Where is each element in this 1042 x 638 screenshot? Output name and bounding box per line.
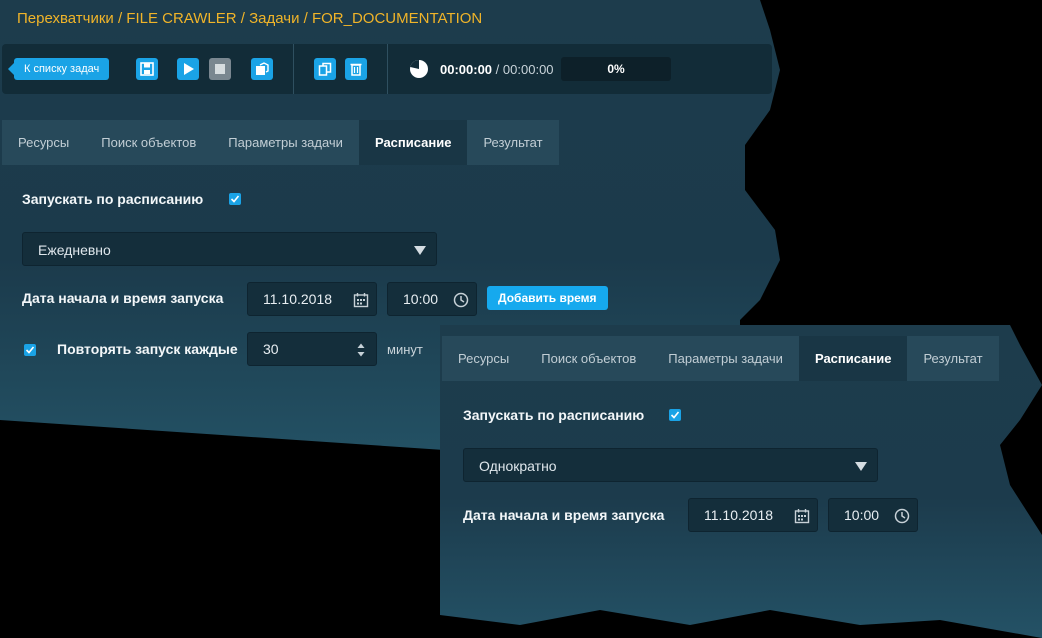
breadcrumb: Перехватчики / FILE CRAWLER / Задачи / F… bbox=[17, 10, 483, 27]
toolbar-divider bbox=[293, 44, 294, 94]
stop-icon[interactable] bbox=[209, 58, 231, 80]
tab-task-parameters[interactable]: Параметры задачи bbox=[212, 120, 359, 165]
tab-object-search[interactable]: Поиск объектов bbox=[525, 336, 653, 381]
schedule-checkbox[interactable] bbox=[669, 409, 681, 421]
second-window: Ресурсы Поиск объектов Параметры задачи … bbox=[440, 325, 1042, 638]
start-time-field[interactable]: 10:00 bbox=[828, 498, 918, 532]
start-time-value: 10:00 bbox=[403, 291, 439, 307]
tab-schedule[interactable]: Расписание bbox=[358, 120, 468, 165]
timer-icon bbox=[410, 59, 428, 78]
tab-resources[interactable]: Ресурсы bbox=[442, 336, 526, 381]
play-icon[interactable] bbox=[177, 58, 199, 80]
toolbar: К списку задач 00:00:00 / 00:00:00 0% bbox=[2, 44, 772, 94]
schedule-label: Запускать по расписанию bbox=[463, 407, 645, 423]
schedule-checkbox[interactable] bbox=[229, 193, 241, 205]
calendar-icon[interactable] bbox=[794, 508, 810, 524]
tab-object-search[interactable]: Поиск объектов bbox=[85, 120, 213, 165]
tab-bar: Ресурсы Поиск объектов Параметры задачи … bbox=[2, 120, 559, 165]
tab-result[interactable]: Результат bbox=[467, 120, 559, 165]
tab-resources[interactable]: Ресурсы bbox=[2, 120, 86, 165]
timer-total: 00:00:00 bbox=[502, 62, 554, 77]
toolbar-divider bbox=[387, 44, 388, 94]
check-icon bbox=[230, 195, 240, 203]
stepper-arrows-icon[interactable] bbox=[353, 342, 369, 358]
export-icon[interactable] bbox=[251, 58, 273, 80]
repeat-interval-stepper[interactable]: 30 bbox=[247, 332, 377, 366]
tab-result[interactable]: Результат bbox=[907, 336, 999, 381]
start-time-value: 10:00 bbox=[844, 507, 880, 523]
chevron-down-icon bbox=[414, 246, 426, 255]
start-date-field[interactable]: 11.10.2018 bbox=[247, 282, 377, 316]
repeat-label: Повторять запуск каждые bbox=[57, 341, 238, 357]
timer-current: 00:00:00 bbox=[440, 62, 493, 77]
schedule-label: Запускать по расписанию bbox=[22, 191, 204, 207]
repeat-checkbox[interactable] bbox=[24, 344, 36, 356]
repeat-interval-value: 30 bbox=[263, 341, 279, 357]
tab-schedule[interactable]: Расписание bbox=[798, 336, 908, 381]
timer-separator: / bbox=[495, 62, 500, 77]
frequency-select[interactable]: Ежедневно bbox=[22, 232, 437, 266]
progress-bar: 0% bbox=[561, 57, 671, 81]
timer-readout: 00:00:00 / 00:00:00 bbox=[440, 62, 554, 77]
chevron-down-icon bbox=[855, 462, 867, 471]
add-time-button[interactable]: Добавить время bbox=[487, 286, 608, 310]
tab-task-parameters[interactable]: Параметры задачи bbox=[652, 336, 799, 381]
copy-icon[interactable] bbox=[314, 58, 336, 80]
check-icon bbox=[25, 346, 35, 354]
start-time-field[interactable]: 10:00 bbox=[387, 282, 477, 316]
save-icon[interactable] bbox=[136, 58, 158, 80]
frequency-value: Однократно bbox=[479, 458, 557, 474]
start-label: Дата начала и время запуска bbox=[463, 507, 665, 523]
clock-icon[interactable] bbox=[894, 508, 910, 524]
tab-bar: Ресурсы Поиск объектов Параметры задачи … bbox=[442, 336, 999, 381]
calendar-icon[interactable] bbox=[353, 292, 369, 308]
frequency-select[interactable]: Однократно bbox=[463, 448, 878, 482]
clock-icon[interactable] bbox=[453, 292, 469, 308]
repeat-unit: минут bbox=[387, 342, 423, 357]
start-date-value: 11.10.2018 bbox=[704, 507, 774, 523]
check-icon bbox=[670, 411, 680, 419]
frequency-value: Ежедневно bbox=[38, 242, 111, 258]
delete-icon[interactable] bbox=[345, 58, 367, 80]
start-date-value: 11.10.2018 bbox=[263, 291, 333, 307]
back-to-tasks-button[interactable]: К списку задач bbox=[7, 58, 110, 80]
start-label: Дата начала и время запуска bbox=[22, 290, 224, 306]
start-date-field[interactable]: 11.10.2018 bbox=[688, 498, 818, 532]
